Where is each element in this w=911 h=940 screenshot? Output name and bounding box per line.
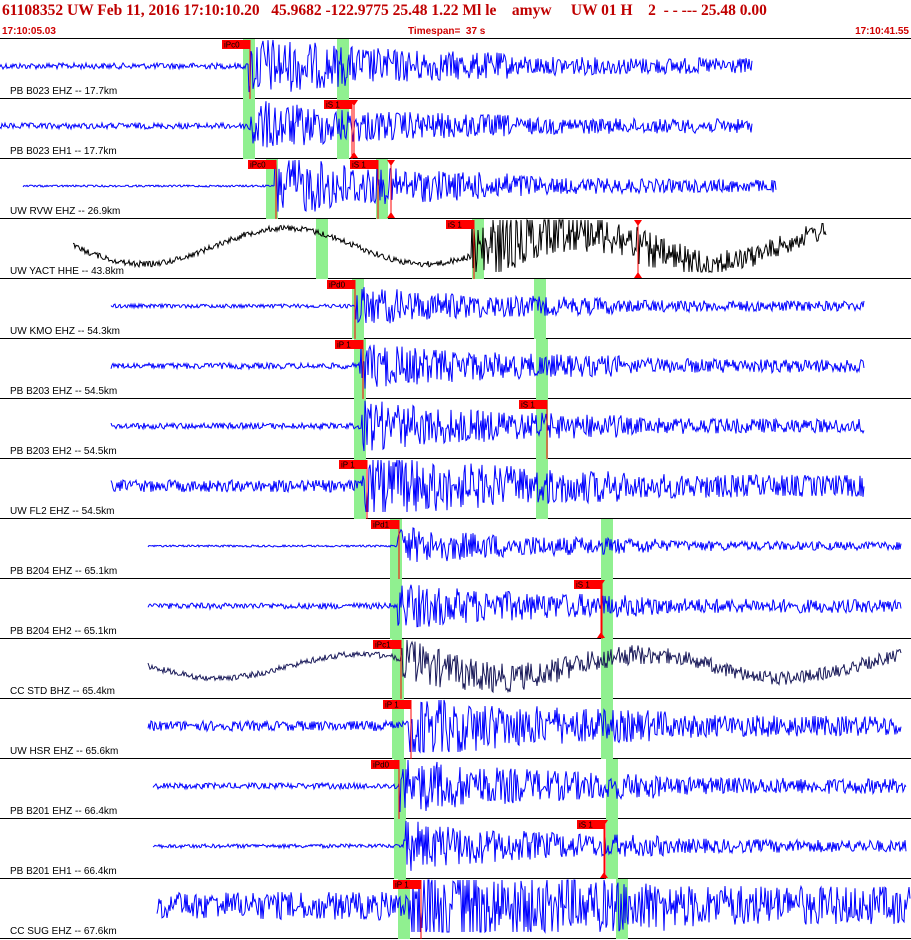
seismogram[interactable]: iS 1 [0,219,911,279]
seismogram[interactable]: iPc0 iS 1 [0,159,911,219]
waveform [0,39,753,93]
waveform [22,159,777,212]
station-label: UW HSR EHZ -- 65.6km [10,746,119,757]
station-label: UW FL2 EHZ -- 54.5km [10,506,115,517]
waveform [110,400,865,452]
phase-window [601,639,613,699]
pick-label: iS 1 [521,401,535,410]
pick-label: iS 1 [326,101,340,110]
seismogram[interactable]: iPc1 [0,639,911,699]
seismogram[interactable]: iS 1 [0,99,911,159]
waveform [0,101,753,148]
pick-label: iPc1 [375,641,391,650]
event-header: 61108352 UW Feb 11, 2016 17:10:10.20 45.… [0,0,911,38]
waveform [152,820,907,871]
station-label: PB B204 EHZ -- 65.1km [10,566,118,577]
pick-label: iPd1 [373,521,390,530]
waveform [147,699,902,754]
waveform [110,459,865,513]
timespan: Timespan= 37 s [408,26,486,37]
trace-panel[interactable]: iS 1 PB B023 EH1 -- 17.7km [0,99,911,159]
event-title: 61108352 UW Feb 11, 2016 17:10:10.20 45.… [2,2,767,19]
waveform [147,584,902,628]
station-label: UW RVW EHZ -- 26.9km [10,206,121,217]
seismogram[interactable]: iP 1 [0,459,911,519]
phase-window [390,579,402,639]
station-label: PB B023 EH1 -- 17.7km [10,146,117,157]
pick-label: iP 1 [337,341,351,350]
trace-panel[interactable]: iP 1 PB B203 EHZ -- 54.5km [0,339,911,399]
waveform [110,344,865,389]
seismogram[interactable]: iPd1 [0,519,911,579]
seismogram[interactable]: iPd0 [0,279,911,339]
station-label: CC SUG EHZ -- 67.6km [10,926,117,937]
pick-label: iPd0 [373,761,390,770]
waveform [147,639,902,694]
seismogram[interactable]: iP 1 [0,339,911,399]
station-label: CC STD BHZ -- 65.4km [10,686,116,697]
pick-label: iP 1 [395,881,409,890]
seismogram[interactable]: iS 1 [0,579,911,639]
pick-label: iS 1 [448,221,462,230]
station-label: PB B201 EHZ -- 66.4km [10,806,118,817]
station-label: UW KMO EHZ -- 54.3km [10,326,121,337]
phase-window [394,819,406,879]
trace-panel[interactable]: iPc1 CC STD BHZ -- 65.4km [0,639,911,699]
pick-label: iS 1 [579,821,593,830]
pick-label: iS 1 [576,581,590,590]
station-label: PB B204 EH2 -- 65.1km [10,626,117,637]
trace-panel[interactable]: iP 1 UW FL2 EHZ -- 54.5km [0,459,911,519]
station-label: PB B023 EHZ -- 17.7km [10,86,118,97]
seismogram[interactable]: iP 1 [0,879,911,939]
trace-panel[interactable]: iS 1 PB B204 EH2 -- 65.1km [0,579,911,639]
trace-panel[interactable]: iP 1 UW HSR EHZ -- 65.6km [0,699,911,759]
station-label: PB B203 EHZ -- 54.5km [10,386,118,397]
pick-label: iS 1 [352,161,366,170]
trace-panel[interactable]: iPd0 PB B201 EHZ -- 66.4km [0,759,911,819]
seismogram[interactable]: iS 1 [0,819,911,879]
pick-label: iPc0 [224,41,240,50]
seismogram[interactable]: iP 1 [0,699,911,759]
time-end: 17:10:41.55 [855,26,909,37]
trace-panel[interactable]: iPc0 iS 1 UW RVW EHZ -- 26.9km [0,159,911,219]
trace-panel[interactable]: iP 1 CC SUG EHZ -- 67.6km [0,879,911,939]
time-start: 17:10:05.03 [2,26,56,37]
pick-label: iP 1 [385,701,399,710]
station-label: UW YACT HHE -- 43.8km [10,266,124,277]
waveform [110,287,865,324]
seismogram[interactable]: iPc0 [0,39,911,99]
station-label: PB B201 EH1 -- 66.4km [10,866,117,877]
trace-panel[interactable]: iPd0 UW KMO EHZ -- 54.3km [0,279,911,339]
pick-label: iPc0 [250,161,266,170]
phase-window [316,219,328,279]
phase-pick[interactable]: iS 1 [574,580,605,639]
pick-label: iP 1 [341,461,355,470]
seismogram[interactable]: iS 1 [0,399,911,459]
trace-panel[interactable]: iPc0 PB B023 EHZ -- 17.7km [0,39,911,99]
waveform [152,759,907,813]
trace-panel[interactable]: iS 1 UW YACT HHE -- 43.8km [0,219,911,279]
trace-panel[interactable]: iS 1 PB B201 EH1 -- 66.4km [0,819,911,879]
station-label: PB B203 EH2 -- 54.5km [10,446,117,457]
phase-pick[interactable]: iPd0 [327,280,356,339]
trace-panel[interactable]: iPd1 PB B204 EHZ -- 65.1km [0,519,911,579]
pick-label: iPd0 [329,281,346,290]
waveform [156,879,911,934]
seismogram[interactable]: iPd0 [0,759,911,819]
trace-panel[interactable]: iS 1 PB B203 EH2 -- 54.5km [0,399,911,459]
waveform [147,527,902,563]
